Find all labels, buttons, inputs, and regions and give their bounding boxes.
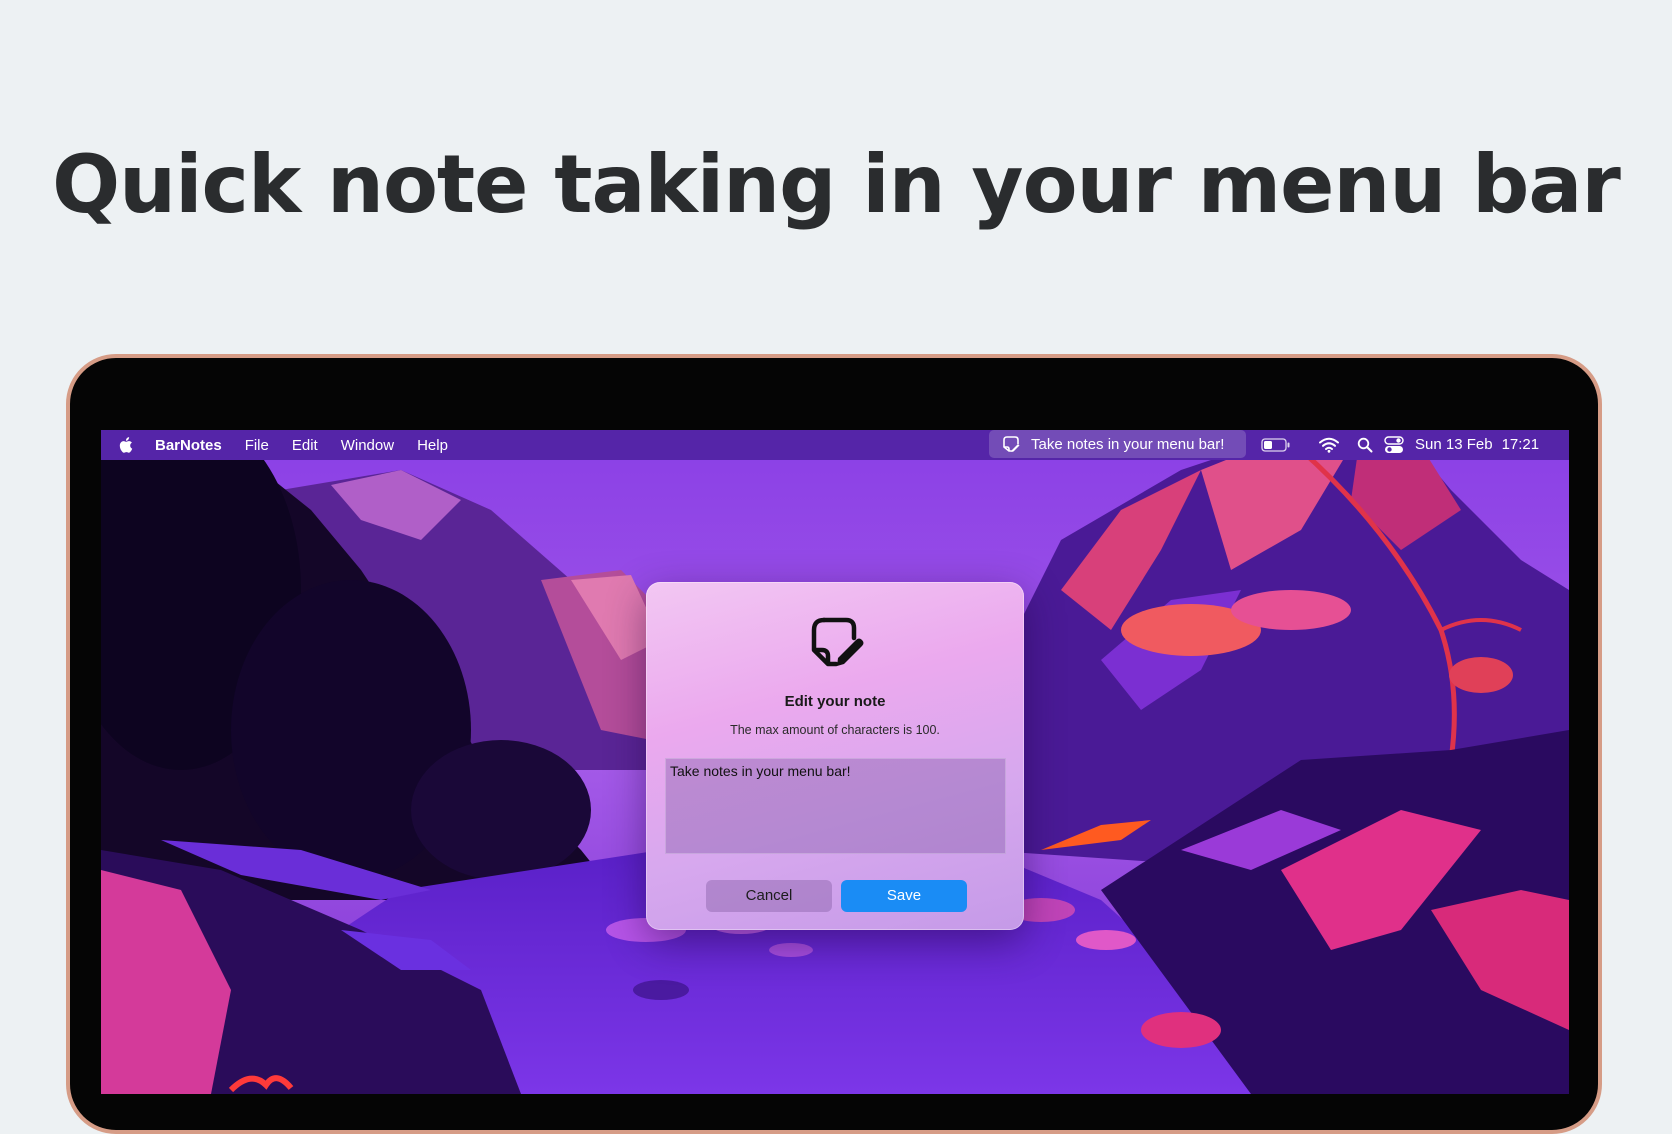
edit-note-dialog: Edit your note The max amount of charact… xyxy=(646,582,1024,930)
cancel-button[interactable]: Cancel xyxy=(706,880,832,912)
note-edit-icon xyxy=(1003,436,1020,452)
save-button[interactable]: Save xyxy=(841,880,967,912)
menu-app-name[interactable]: BarNotes xyxy=(155,437,222,454)
menu-file[interactable]: File xyxy=(245,437,269,454)
dialog-subtitle: The max amount of characters is 100. xyxy=(730,723,940,737)
note-edit-icon xyxy=(811,617,864,667)
menu-edit[interactable]: Edit xyxy=(292,437,318,454)
clock-time: 17:21 xyxy=(1501,436,1540,453)
note-text-field[interactable]: Take notes in your menu bar! xyxy=(665,758,1006,854)
battery-icon[interactable] xyxy=(1261,438,1291,452)
search-icon[interactable] xyxy=(1357,437,1373,453)
desktop-screen: BarNotes File Edit Window Help Take note… xyxy=(101,430,1569,1094)
clock-date: Sun 13 Feb xyxy=(1415,436,1493,453)
status-item-text: Take notes in your menu bar! xyxy=(1031,435,1225,453)
barnotes-status-item[interactable]: Take notes in your menu bar! xyxy=(989,430,1246,458)
apple-logo-icon[interactable] xyxy=(115,434,137,456)
dialog-title: Edit your note xyxy=(784,693,886,710)
menu-bar: BarNotes File Edit Window Help Take note… xyxy=(101,430,1569,460)
menu-clock[interactable]: Sun 13 Feb 17:21 xyxy=(1415,430,1548,460)
menu-help[interactable]: Help xyxy=(417,437,448,454)
page-headline: Quick note taking in your menu bar xyxy=(52,138,1621,231)
wifi-icon[interactable] xyxy=(1319,437,1339,453)
menu-window[interactable]: Window xyxy=(341,437,394,454)
control-center-icon[interactable] xyxy=(1384,436,1404,454)
